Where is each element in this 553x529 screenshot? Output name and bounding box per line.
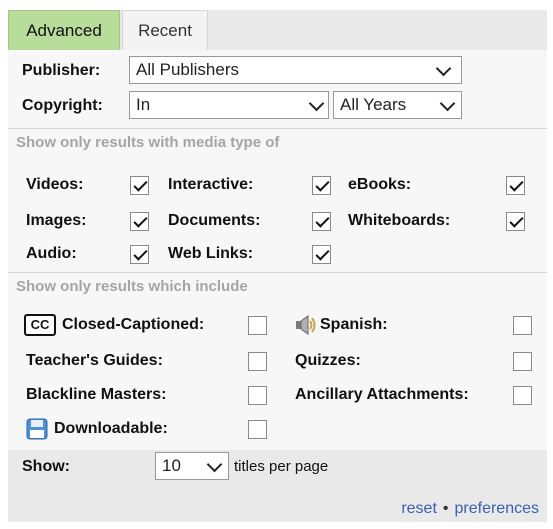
reset-link[interactable]: reset (401, 500, 437, 517)
teachers-guides-label: Teacher's Guides: (26, 352, 163, 369)
closed-captioned-checkbox[interactable] (248, 316, 267, 335)
whiteboards-checkbox[interactable] (506, 212, 525, 231)
copyright-label: Copyright: (22, 97, 103, 114)
separator: • (442, 500, 449, 517)
chevron-down-icon (435, 60, 452, 77)
downloadable-label: Downloadable: (54, 420, 168, 437)
speaker-icon (296, 315, 316, 335)
quizzes-label: Quizzes: (295, 352, 361, 369)
show-label: Show: (22, 458, 70, 475)
advanced-search-panel: Advanced Recent Publisher: All Publisher… (8, 10, 547, 522)
tab-advanced[interactable]: Advanced (8, 10, 120, 50)
copyright-years-value: All Years (340, 95, 407, 114)
interactive-label: Interactive: (168, 176, 254, 193)
spanish-label: Spanish: (320, 316, 388, 333)
divider (8, 272, 547, 273)
spanish-checkbox[interactable] (513, 316, 532, 335)
per-page-value: 10 (162, 456, 181, 475)
disk-icon (26, 418, 48, 440)
blackline-masters-checkbox[interactable] (248, 386, 267, 405)
copyright-years-select[interactable]: All Years (333, 91, 462, 119)
media-section-title: Show only results with media type of (16, 134, 280, 151)
closed-captioned-icon: CC (24, 314, 56, 336)
copyright-operator-select[interactable]: In (129, 91, 329, 119)
videos-checkbox[interactable] (130, 176, 149, 195)
audio-label: Audio: (26, 245, 77, 262)
ebooks-label: eBooks: (348, 176, 412, 193)
audio-checkbox[interactable] (130, 245, 149, 264)
downloadable-checkbox[interactable] (248, 420, 267, 439)
ancillary-attachments-checkbox[interactable] (513, 386, 532, 405)
quizzes-checkbox[interactable] (513, 352, 532, 371)
footer-links: reset • preferences (401, 500, 539, 518)
titles-per-page-label: titles per page (234, 458, 329, 475)
documents-label: Documents: (168, 212, 261, 229)
filter-card: Publisher: All Publishers Copyright: In … (8, 50, 547, 450)
publisher-select-value: All Publishers (136, 60, 239, 79)
images-label: Images: (26, 212, 87, 229)
chevron-down-icon (439, 95, 456, 112)
publisher-select[interactable]: All Publishers (129, 56, 462, 84)
ebooks-checkbox[interactable] (506, 176, 525, 195)
per-page-select[interactable]: 10 (155, 452, 229, 480)
tab-recent[interactable]: Recent (122, 10, 208, 50)
chevron-down-icon (308, 95, 325, 112)
include-section-title: Show only results which include (16, 278, 248, 295)
web-links-checkbox[interactable] (312, 245, 331, 264)
blackline-masters-label: Blackline Masters: (26, 386, 167, 403)
chevron-down-icon (206, 456, 223, 473)
closed-captioned-label: Closed-Captioned: (62, 316, 205, 333)
publisher-label: Publisher: (22, 62, 101, 79)
teachers-guides-checkbox[interactable] (248, 352, 267, 371)
videos-label: Videos: (26, 176, 84, 193)
images-checkbox[interactable] (130, 212, 149, 231)
web-links-label: Web Links: (168, 245, 254, 262)
documents-checkbox[interactable] (312, 212, 331, 231)
divider (8, 128, 547, 129)
copyright-operator-value: In (136, 95, 151, 114)
preferences-link[interactable]: preferences (455, 500, 540, 517)
whiteboards-label: Whiteboards: (348, 212, 451, 229)
interactive-checkbox[interactable] (312, 176, 331, 195)
ancillary-attachments-label: Ancillary Attachments: (295, 386, 469, 403)
